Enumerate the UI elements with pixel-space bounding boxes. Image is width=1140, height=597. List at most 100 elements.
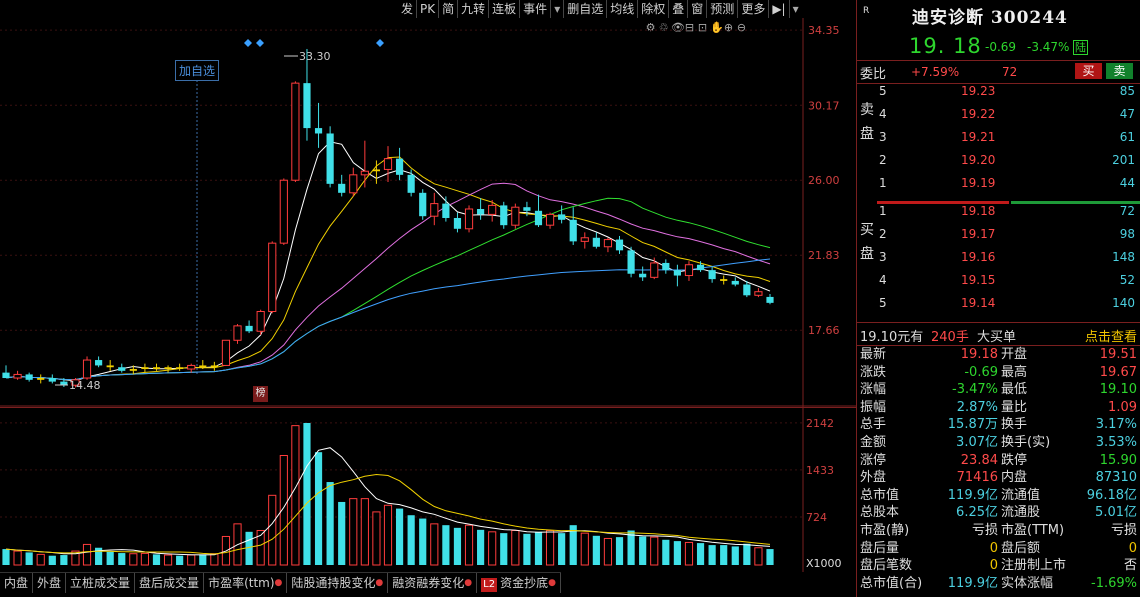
- toolbar-item-6[interactable]: ▾: [550, 0, 563, 18]
- volume-bar[interactable]: [603, 537, 613, 566]
- toolbar-item-12[interactable]: 预测: [706, 0, 737, 18]
- volume-bar[interactable]: [383, 504, 393, 566]
- big-order-view-link[interactable]: 点击查看: [1085, 326, 1137, 345]
- candle-body[interactable]: [164, 367, 172, 370]
- candle-body[interactable]: [129, 369, 137, 371]
- volume-bar[interactable]: [662, 539, 670, 565]
- toolbar-item-3[interactable]: 九转: [457, 0, 488, 18]
- volume-bar[interactable]: [511, 529, 520, 566]
- candle-body[interactable]: [2, 372, 10, 379]
- indicator-tab-5[interactable]: 陆股通持股变化●: [287, 573, 389, 593]
- sell-order-row[interactable]: 5 19.23 85: [857, 84, 1140, 103]
- volume-bar[interactable]: [303, 422, 311, 565]
- candle-body[interactable]: [106, 365, 114, 368]
- candle-body[interactable]: [303, 83, 311, 129]
- volume-bar[interactable]: [580, 532, 589, 566]
- sell-order-row[interactable]: 3 19.21 61: [857, 130, 1140, 149]
- candle-body[interactable]: [673, 270, 681, 276]
- volume-bar[interactable]: [430, 523, 439, 566]
- volume-bar[interactable]: [684, 541, 694, 566]
- indicator-tab-2[interactable]: 立桩成交量: [66, 573, 136, 593]
- volume-bar[interactable]: [442, 525, 450, 565]
- candle-body[interactable]: [500, 205, 508, 226]
- candle-body[interactable]: [233, 325, 242, 341]
- candle-body[interactable]: [603, 239, 613, 248]
- candle-body[interactable]: [708, 270, 716, 280]
- kline-chart[interactable]: 34.35 30.17 26.00 21.83 17.66 33.30 14.48: [0, 18, 856, 407]
- event-diamond-icon[interactable]: [256, 39, 264, 47]
- candle-body[interactable]: [199, 365, 207, 368]
- volume-bar[interactable]: [545, 529, 555, 566]
- buy-order-row[interactable]: 2 19.17 98: [857, 227, 1140, 246]
- volume-bar[interactable]: [534, 531, 543, 565]
- volume-bar[interactable]: [372, 511, 381, 566]
- candle-body[interactable]: [383, 158, 393, 170]
- candle-body[interactable]: [95, 360, 103, 366]
- candle-body[interactable]: [372, 169, 381, 172]
- toolbar-item-7[interactable]: 删自选: [563, 0, 606, 18]
- volume-bar[interactable]: [129, 553, 138, 566]
- toolbar-item-8[interactable]: 均线: [606, 0, 637, 18]
- candle-body[interactable]: [13, 373, 22, 379]
- candle-body[interactable]: [639, 273, 647, 278]
- candle-body[interactable]: [210, 365, 218, 368]
- toolbar-item-11[interactable]: 窗: [687, 0, 706, 18]
- volume-bar[interactable]: [2, 549, 10, 565]
- candle-body[interactable]: [82, 359, 92, 379]
- volume-bar[interactable]: [36, 553, 45, 566]
- volume-bar[interactable]: [176, 555, 184, 565]
- candle-body[interactable]: [118, 367, 126, 371]
- indicator-tab-7[interactable]: L2 资金抄底●: [477, 573, 561, 593]
- toolbar-item-0[interactable]: 发: [398, 0, 416, 18]
- toolbar-item-10[interactable]: 叠: [668, 0, 687, 18]
- sell-order-row[interactable]: 1 19.19 44: [857, 176, 1140, 195]
- volume-bar[interactable]: [349, 498, 358, 566]
- candle-body[interactable]: [176, 367, 184, 370]
- candle-body[interactable]: [754, 291, 763, 296]
- candle-body[interactable]: [523, 207, 531, 211]
- sell-order-row[interactable]: 4 19.22 47: [857, 107, 1140, 126]
- volume-bar[interactable]: [291, 425, 300, 566]
- volume-bar[interactable]: [477, 529, 485, 565]
- volume-bar[interactable]: [488, 531, 497, 566]
- volume-bar[interactable]: [615, 537, 624, 565]
- buy-order-row[interactable]: 4 19.15 52: [857, 273, 1140, 292]
- volume-bar[interactable]: [25, 552, 33, 565]
- sell-button[interactable]: 卖: [1106, 63, 1133, 79]
- volume-bar[interactable]: [187, 554, 196, 566]
- candle-body[interactable]: [720, 279, 728, 281]
- volume-bar[interactable]: [592, 535, 600, 565]
- candle-body[interactable]: [743, 284, 751, 296]
- toolbar-item-4[interactable]: 连板: [488, 0, 519, 18]
- volume-bar[interactable]: [523, 533, 531, 565]
- indicator-tab-0[interactable]: 内盘: [0, 573, 34, 593]
- candle-body[interactable]: [349, 174, 358, 194]
- volume-bar[interactable]: [245, 531, 253, 565]
- volume-bar[interactable]: [419, 518, 427, 565]
- big-order-row[interactable]: 19.10元有 240手 大买单 点击查看: [857, 322, 1140, 346]
- candle-body[interactable]: [268, 242, 277, 312]
- candle-body[interactable]: [48, 378, 56, 382]
- candle-body[interactable]: [279, 179, 288, 244]
- toolbar-item-1[interactable]: PK: [416, 0, 438, 18]
- candle-body[interactable]: [187, 364, 196, 370]
- candle-body[interactable]: [592, 237, 600, 247]
- candle-body[interactable]: [627, 250, 635, 274]
- volume-bar[interactable]: [13, 550, 22, 566]
- volume-bar[interactable]: [48, 555, 56, 565]
- candle-body[interactable]: [580, 237, 589, 242]
- candle-body[interactable]: [395, 158, 404, 175]
- candle-body[interactable]: [326, 133, 334, 184]
- candle-body[interactable]: [696, 264, 705, 271]
- volume-bar[interactable]: [82, 543, 92, 566]
- candle-body[interactable]: [37, 378, 45, 380]
- candle-body[interactable]: [662, 262, 670, 271]
- toolbar-item-13[interactable]: 更多: [737, 0, 768, 18]
- volume-bar[interactable]: [152, 554, 161, 565]
- volume-bar[interactable]: [210, 553, 219, 566]
- candle-body[interactable]: [245, 325, 253, 332]
- toolbar-item-14[interactable]: ▶|: [768, 0, 788, 18]
- candle-body[interactable]: [650, 262, 659, 278]
- volume-bar[interactable]: [60, 555, 68, 565]
- buy-order-row[interactable]: 1 19.18 72: [857, 204, 1140, 223]
